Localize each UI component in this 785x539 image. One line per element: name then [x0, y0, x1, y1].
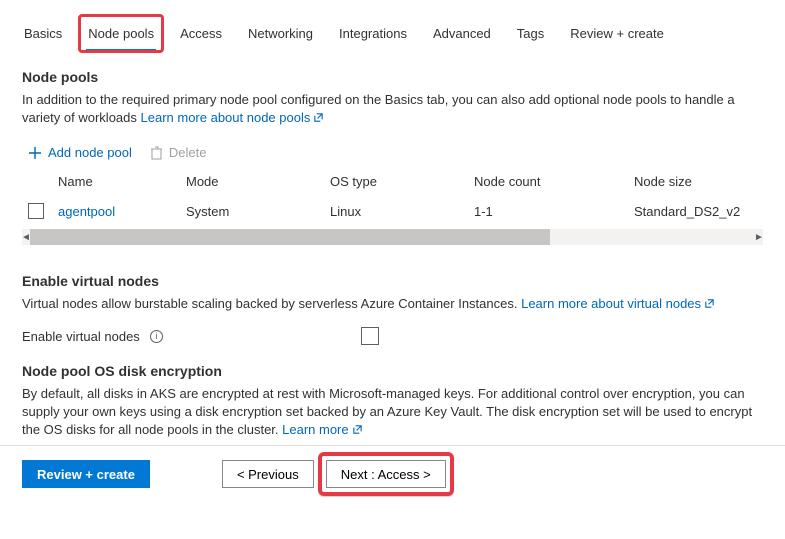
virtual-nodes-desc-text: Virtual nodes allow burstable scaling ba… — [22, 296, 521, 311]
delete-node-pool-label: Delete — [169, 145, 207, 160]
review-create-button[interactable]: Review + create — [22, 460, 150, 488]
scrollbar-thumb[interactable] — [30, 229, 550, 245]
disk-encryption-desc-text: By default, all disks in AKS are encrypt… — [22, 386, 752, 437]
trash-icon — [150, 146, 163, 160]
col-name: Name — [58, 174, 186, 189]
wizard-footer: Review + create < Previous Next : Access… — [0, 445, 785, 502]
tab-review-create[interactable]: Review + create — [568, 20, 666, 51]
info-icon[interactable]: i — [150, 330, 163, 343]
section-heading-virtual-nodes: Enable virtual nodes — [22, 273, 763, 289]
col-nodecount: Node count — [474, 174, 634, 189]
add-node-pool-label: Add node pool — [48, 145, 132, 160]
delete-node-pool-button[interactable]: Delete — [150, 145, 207, 160]
learn-more-encryption-link[interactable]: Learn more — [282, 422, 362, 437]
horizontal-scrollbar[interactable]: ◄ ► — [22, 229, 763, 245]
col-ostype: OS type — [330, 174, 474, 189]
row-checkbox[interactable] — [28, 203, 44, 219]
learn-more-node-pools-link[interactable]: Learn more about node pools — [141, 110, 325, 125]
row-ostype: Linux — [330, 204, 474, 219]
row-name-link[interactable]: agentpool — [58, 204, 186, 219]
tab-node-pools[interactable]: Node pools — [86, 20, 156, 51]
row-nodecount: 1-1 — [474, 204, 634, 219]
tab-networking[interactable]: Networking — [246, 20, 315, 51]
tab-basics[interactable]: Basics — [22, 20, 64, 51]
virtual-nodes-description: Virtual nodes allow burstable scaling ba… — [22, 295, 763, 313]
scroll-right-arrow-icon[interactable]: ► — [753, 229, 765, 245]
learn-more-node-pools-text: Learn more about node pools — [141, 110, 311, 125]
col-nodesize: Node size — [634, 174, 763, 189]
enable-virtual-nodes-row: Enable virtual nodes i — [22, 327, 763, 345]
table-row[interactable]: agentpool System Linux 1-1 Standard_DS2_… — [22, 197, 763, 225]
external-link-icon — [352, 424, 363, 435]
row-nodesize: Standard_DS2_v2 — [634, 204, 763, 219]
col-mode: Mode — [186, 174, 330, 189]
tab-advanced[interactable]: Advanced — [431, 20, 493, 51]
next-button[interactable]: Next : Access > — [326, 460, 446, 488]
plus-icon — [28, 146, 42, 160]
disk-encryption-description: By default, all disks in AKS are encrypt… — [22, 385, 763, 437]
tabs-bar: Basics Node pools Access Networking Inte… — [22, 20, 763, 51]
node-pools-desc-text: In addition to the required primary node… — [22, 92, 735, 125]
external-link-icon — [313, 112, 324, 123]
node-pools-description: In addition to the required primary node… — [22, 91, 763, 127]
tab-integrations[interactable]: Integrations — [337, 20, 409, 51]
table-header-row: Name Mode OS type Node count Node size — [22, 168, 763, 197]
section-heading-node-pools: Node pools — [22, 69, 763, 85]
row-mode: System — [186, 204, 330, 219]
tab-tags[interactable]: Tags — [515, 20, 546, 51]
node-pools-table: Name Mode OS type Node count Node size a… — [22, 168, 763, 245]
external-link-icon — [704, 298, 715, 309]
enable-virtual-nodes-label: Enable virtual nodes — [22, 329, 140, 344]
section-heading-disk-encryption: Node pool OS disk encryption — [22, 363, 763, 379]
learn-more-virtual-nodes-text: Learn more about virtual nodes — [521, 296, 701, 311]
tab-access[interactable]: Access — [178, 20, 224, 51]
learn-more-encryption-text: Learn more — [282, 422, 348, 437]
previous-button[interactable]: < Previous — [222, 460, 314, 488]
add-node-pool-button[interactable]: Add node pool — [28, 145, 132, 160]
enable-virtual-nodes-checkbox[interactable] — [361, 327, 379, 345]
learn-more-virtual-nodes-link[interactable]: Learn more about virtual nodes — [521, 296, 715, 311]
node-pool-toolbar: Add node pool Delete — [28, 145, 763, 160]
